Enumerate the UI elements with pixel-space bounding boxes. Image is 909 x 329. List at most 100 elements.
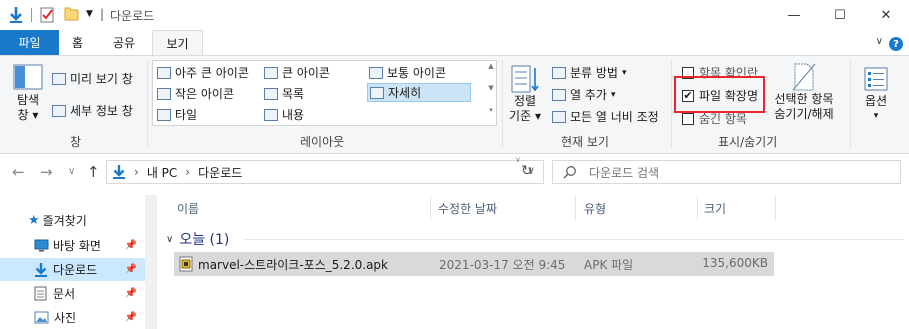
tab-file[interactable]: 파일	[0, 30, 59, 55]
tab-share[interactable]: 공유	[100, 30, 148, 55]
pin-icon[interactable]: 📌	[125, 240, 137, 251]
breadcrumb-downloads[interactable]: 다운로드	[198, 164, 242, 181]
content-icon	[264, 108, 278, 121]
ribbon-divider	[502, 60, 503, 148]
options-button[interactable]: 옵션 ▾	[856, 66, 896, 124]
small-icons-icon	[157, 87, 171, 100]
tab-home[interactable]: 홈	[59, 30, 96, 55]
file-row[interactable]: marvel-스트라이크-포스_5.2.0.apk 2021-03-17 오전 …	[174, 252, 774, 276]
group-by-icon	[552, 66, 566, 79]
breadcrumb-separator: ›	[134, 165, 139, 179]
nav-item-documents[interactable]: 문서 📌	[0, 282, 145, 305]
layout-large-icons[interactable]: 큰 아이콘	[264, 64, 369, 81]
nav-scrollbar[interactable]	[145, 195, 157, 329]
layout-small-icons[interactable]: 작은 아이콘	[157, 85, 262, 102]
list-icon	[264, 87, 278, 100]
navigation-pane: ★ 즐겨찾기 바탕 화면 📌 다운로드 📌 문서 📌 사진 📌	[0, 195, 157, 329]
group-header-today[interactable]: ∨ 오늘 (1)	[166, 229, 229, 249]
layout-list[interactable]: 목록	[264, 85, 369, 102]
address-box[interactable]: › 내 PC › 다운로드 ∨	[106, 160, 544, 184]
highlight-box	[674, 76, 765, 113]
column-separator	[575, 196, 576, 220]
nav-item-desktop[interactable]: 바탕 화면 📌	[0, 234, 145, 257]
layout-expand-icon[interactable]: ▾	[486, 106, 496, 114]
layout-scroll-up-icon[interactable]: ▲	[486, 62, 496, 70]
documents-icon	[34, 286, 47, 301]
customize-toolbar-icon[interactable]: ▼	[86, 9, 93, 19]
close-button[interactable]: ✕	[863, 0, 909, 30]
details-pane-button[interactable]: 세부 정보 창	[52, 102, 133, 119]
recent-locations-icon[interactable]: ∨	[68, 166, 75, 177]
nav-item-downloads[interactable]: 다운로드 📌	[0, 258, 145, 281]
ribbon: 탐색 창 ▾ 미리 보기 창 세부 정보 창 창 아주 큰 아이콘 큰 아이콘 …	[0, 55, 909, 154]
search-icon	[563, 165, 577, 179]
pin-icon[interactable]: 📌	[125, 264, 137, 275]
column-header-size[interactable]: 크기	[704, 196, 726, 220]
nav-item-label: 사진	[54, 311, 77, 325]
tab-view[interactable]: 보기	[152, 30, 203, 56]
back-button[interactable]: ←	[12, 163, 25, 181]
group-by-button[interactable]: 분류 방법 ▾	[552, 64, 627, 81]
sort-by-button[interactable]: 정렬 기준 ▾	[506, 64, 544, 124]
window-title: 다운로드	[110, 9, 155, 23]
breadcrumb-this-pc[interactable]: 내 PC	[147, 164, 177, 181]
column-separator	[430, 196, 431, 220]
hidden-items-checkbox[interactable]	[682, 112, 694, 125]
add-columns-button[interactable]: 열 추가 ▾	[552, 86, 615, 103]
layout-tiles[interactable]: 타일	[157, 106, 262, 123]
search-box[interactable]: 다운로드 검색	[552, 160, 901, 184]
layout-content[interactable]: 내용	[264, 106, 369, 123]
layout-details[interactable]: 자세히	[367, 83, 471, 102]
nav-item-label: 문서	[53, 287, 76, 301]
ribbon-divider	[671, 60, 672, 148]
collapse-chevron-icon[interactable]: ∨	[166, 234, 173, 245]
layout-scroll-down-icon[interactable]: ▼	[486, 84, 496, 92]
size-all-columns-label: 모든 열 너비 조정	[570, 110, 659, 124]
layout-label: 보통 아이콘	[387, 66, 447, 80]
column-header-name[interactable]: 이름	[177, 196, 199, 220]
nav-quick-access[interactable]: ★ 즐겨찾기	[0, 209, 145, 232]
search-input[interactable]: 다운로드 검색	[589, 164, 659, 181]
nav-pane-label-2: 창 ▾	[17, 108, 39, 122]
nav-item-label: 다운로드	[53, 263, 98, 277]
layout-extra-large-icons[interactable]: 아주 큰 아이콘	[157, 64, 262, 81]
add-columns-icon	[552, 88, 566, 101]
forward-button[interactable]: →	[40, 163, 53, 181]
column-header-type[interactable]: 유형	[584, 196, 606, 220]
hide-selected-button[interactable]: 선택한 항목 숨기기/해제	[766, 62, 842, 122]
refresh-icon[interactable]: ↻	[521, 163, 533, 179]
new-folder-icon[interactable]	[64, 6, 80, 21]
address-bar-row: ← → ∨ ↑ › 내 PC › 다운로드 ∨ ∨ ↻ 다운로드 검색	[0, 155, 909, 189]
nav-pane-button[interactable]: 탐색 창 ▾	[8, 64, 48, 123]
file-date: 2021-03-17 오전 9:45	[439, 258, 566, 272]
minimize-button[interactable]: —	[771, 0, 817, 30]
pin-icon[interactable]: 📌	[125, 288, 137, 299]
pin-icon[interactable]: 📌	[125, 312, 137, 323]
properties-icon[interactable]	[40, 6, 55, 23]
size-all-columns-button[interactable]: 모든 열 너비 조정	[552, 108, 659, 125]
medium-icons-icon	[369, 66, 383, 79]
layout-medium-icons[interactable]: 보통 아이콘	[369, 64, 474, 81]
maximize-button[interactable]: ☐	[817, 0, 863, 30]
up-button[interactable]: ↑	[87, 163, 100, 181]
file-size: 135,600KB	[702, 256, 768, 270]
ribbon-divider	[147, 60, 148, 148]
file-type: APK 파일	[584, 258, 634, 272]
minimize-ribbon-icon[interactable]: ∨	[876, 36, 883, 47]
add-columns-label: 열 추가	[570, 88, 607, 102]
preview-pane-button[interactable]: 미리 보기 창	[52, 70, 133, 87]
hide-selected-label-2: 숨기기/해제	[774, 107, 834, 121]
preview-pane-label: 미리 보기 창	[70, 72, 133, 86]
layout-label: 자세히	[388, 86, 422, 100]
column-header-date[interactable]: 수정한 날짜	[438, 196, 497, 220]
download-arrow-icon[interactable]	[8, 6, 24, 24]
large-icons-icon	[264, 66, 278, 79]
breadcrumb-separator: ›	[185, 165, 191, 179]
column-sort-indicator-icon: ∨	[515, 155, 521, 164]
help-icon[interactable]: ?	[889, 37, 903, 51]
details-pane-label: 세부 정보 창	[70, 104, 133, 118]
tiles-icon	[157, 108, 171, 121]
nav-item-pictures[interactable]: 사진 📌	[0, 306, 145, 329]
layout-label: 아주 큰 아이콘	[175, 66, 249, 80]
details-icon	[370, 86, 384, 99]
